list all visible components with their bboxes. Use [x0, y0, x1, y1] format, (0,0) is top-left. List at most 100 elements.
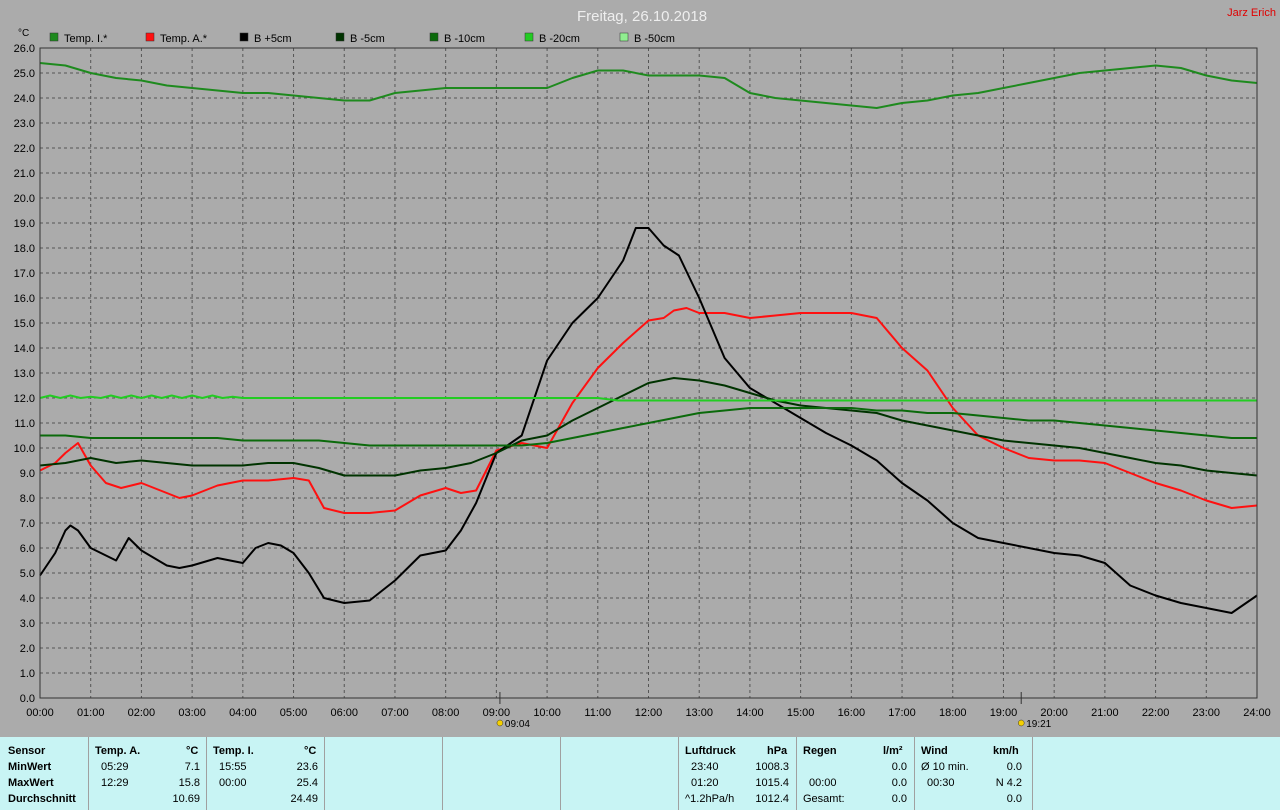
x-tick-label: 07:00 [381, 707, 409, 719]
legend-swatch [49, 32, 59, 42]
legend-label: Temp. I.* [64, 33, 108, 45]
pressure-trend: ^1.2hPa/h [685, 793, 735, 805]
x-tick-label: 11:00 [584, 707, 611, 719]
x-tick-label: 12:00 [635, 707, 663, 719]
x-tick-label: 08:00 [432, 707, 460, 719]
row-label-min: MinWert [8, 761, 52, 773]
wind-max-value: N 4.2 [995, 777, 1022, 789]
legend-label: B -5cm [350, 33, 385, 45]
wind-avg-label: Ø 10 min. [921, 761, 969, 773]
x-tick-label: 18:00 [939, 707, 967, 719]
pressure-unit: hPa [767, 745, 788, 757]
x-tick-label: 04:00 [229, 707, 257, 719]
y-tick-label: 7.0 [20, 518, 35, 530]
stats-divider [442, 737, 443, 810]
stats-divider [324, 737, 325, 810]
y-tick-label: 0.0 [20, 693, 35, 705]
sensor-header: Sensor [8, 745, 46, 757]
y-tick-label: 1.0 [20, 668, 35, 680]
pressure-header: Luftdruck [685, 745, 736, 757]
rain-total-value: 0.0 [891, 793, 907, 805]
y-tick-label: 2.0 [20, 643, 35, 655]
temp-a-min-time: 05:29 [101, 761, 129, 773]
legend-swatch [335, 32, 345, 42]
rain-time: 00:00 [809, 777, 837, 789]
rain-header: Regen [803, 745, 837, 757]
y-tick-label: 21.0 [14, 168, 35, 180]
temp-i-unit: °C [304, 745, 317, 757]
rain-current-value: 0.0 [891, 761, 907, 773]
y-tick-label: 13.0 [14, 368, 35, 380]
temp-a-min-value: 7.1 [184, 761, 200, 773]
temperature-chart: Freitag, 26.10.2018 Jarz Erich °C Temp. … [0, 0, 1280, 737]
legend-swatch [145, 32, 155, 42]
x-tick-label: 23:00 [1193, 707, 1221, 719]
y-tick-label: 26.0 [14, 43, 35, 55]
pressure-max-time: 01:20 [691, 777, 719, 789]
wind-max-time: 00:30 [927, 777, 955, 789]
marker-label: 09:04 [505, 719, 530, 730]
row-label-max: MaxWert [8, 777, 54, 789]
legend-swatch [429, 32, 439, 42]
temp-i-header: Temp. I. [213, 745, 254, 757]
y-tick-label: 16.0 [14, 293, 35, 305]
x-tick-label: 15:00 [787, 707, 815, 719]
legend-swatch [619, 32, 629, 42]
stats-panel: Sensor MinWert MaxWert Durchschnitt Temp… [0, 737, 1280, 810]
rain-max-value: 0.0 [891, 777, 907, 789]
pressure-max-value: 1015.4 [755, 777, 789, 789]
x-tick-label: 06:00 [330, 707, 358, 719]
stats-divider [1032, 737, 1033, 810]
y-tick-label: 5.0 [20, 568, 35, 580]
y-tick-label: 22.0 [14, 143, 35, 155]
y-tick-label: 8.0 [20, 493, 35, 505]
y-tick-label: 3.0 [20, 618, 35, 630]
y-tick-label: 12.0 [14, 393, 35, 405]
y-tick-label: 17.0 [14, 268, 35, 280]
x-tick-label: 09:00 [483, 707, 511, 719]
row-label-avg: Durchschnitt [8, 793, 76, 805]
sunset-icon [1017, 719, 1025, 727]
temp-a-header: Temp. A. [95, 745, 141, 757]
legend-label: B -50cm [634, 33, 675, 45]
y-tick-label: 9.0 [20, 468, 35, 480]
y-tick-label: 23.0 [14, 118, 35, 130]
y-tick-label: 11.0 [14, 418, 35, 430]
y-tick-label: 25.0 [14, 68, 35, 80]
x-tick-label: 22:00 [1142, 707, 1170, 719]
stats-divider [88, 737, 89, 810]
wind-header: Wind [921, 745, 948, 757]
legend-swatch [524, 32, 534, 42]
rain-unit: l/m² [883, 745, 903, 757]
y-tick-label: 4.0 [20, 593, 35, 605]
temp-i-min-value: 23.6 [296, 761, 318, 773]
legend-label: B -20cm [539, 33, 580, 45]
temp-a-max-time: 12:29 [101, 777, 129, 789]
y-tick-label: 18.0 [14, 243, 35, 255]
y-tick-label: 20.0 [14, 193, 35, 205]
y-unit-label: °C [18, 28, 29, 39]
pressure-min-value: 1008.3 [755, 761, 789, 773]
legend-swatch [239, 32, 249, 42]
y-tick-label: 15.0 [14, 318, 35, 330]
wind-other-value: 0.0 [1006, 793, 1022, 805]
chart-title: Freitag, 26.10.2018 [577, 8, 707, 25]
stats-divider [206, 737, 207, 810]
wind-avg-value: 0.0 [1006, 761, 1022, 773]
x-tick-label: 05:00 [280, 707, 308, 719]
marker-label: 19:21 [1026, 719, 1051, 730]
x-tick-label: 01:00 [77, 707, 105, 719]
temp-a-unit: °C [186, 745, 199, 757]
stats-divider [678, 737, 679, 810]
pressure-min-time: 23:40 [691, 761, 719, 773]
x-tick-label: 19:00 [990, 707, 1018, 719]
temp-i-max-time: 00:00 [219, 777, 247, 789]
stats-divider [796, 737, 797, 810]
y-tick-label: 24.0 [14, 93, 35, 105]
x-tick-label: 14:00 [736, 707, 764, 719]
x-tick-label: 17:00 [888, 707, 916, 719]
x-tick-label: 13:00 [685, 707, 713, 719]
legend-label: Temp. A.* [160, 33, 208, 45]
wind-unit: km/h [993, 745, 1019, 757]
sunrise-icon [496, 719, 504, 727]
